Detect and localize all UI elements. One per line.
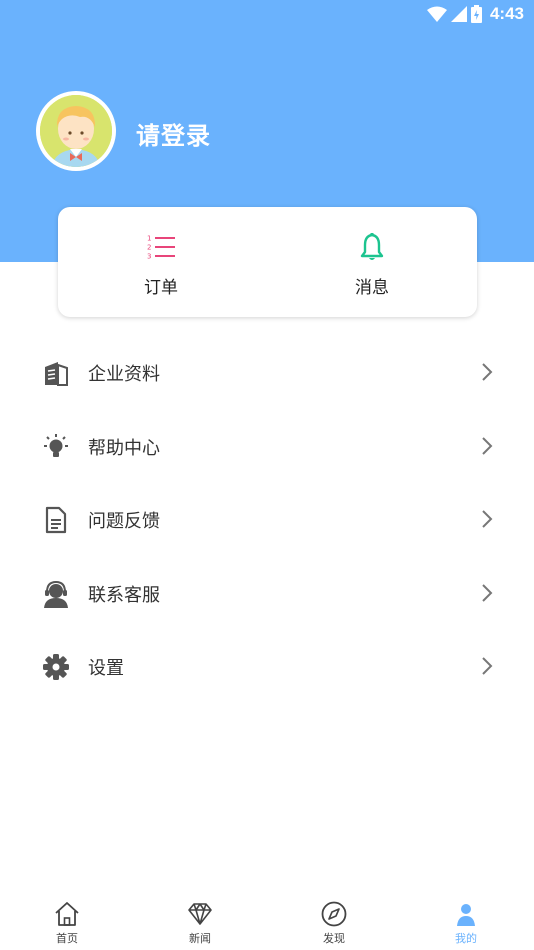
building-icon — [45, 362, 68, 386]
messages-button[interactable]: 消息 — [317, 207, 427, 317]
tab-news[interactable]: 新闻 — [160, 894, 240, 950]
document-icon — [45, 506, 67, 534]
menu-item-label: 帮助中心 — [88, 437, 160, 458]
battery-icon — [470, 5, 482, 23]
bottom-tab-bar: 首页 新闻 发现 我的 — [0, 894, 534, 950]
svg-text:1: 1 — [147, 235, 151, 243]
menu-item-settings[interactable]: 设置 — [0, 629, 534, 703]
status-time: 4:43 — [489, 4, 524, 23]
menu-item-label: 问题反馈 — [88, 511, 160, 531]
menu-item-label: 企业资料 — [88, 364, 160, 384]
numbered-list-icon: 123 — [147, 235, 175, 261]
gear-icon — [43, 654, 69, 680]
tab-mine[interactable]: 我的 — [426, 894, 506, 950]
tab-home[interactable]: 首页 — [27, 894, 107, 950]
compass-icon — [321, 901, 347, 927]
chevron-right-icon — [482, 583, 493, 602]
orders-button[interactable]: 123 订单 — [106, 207, 216, 317]
menu-item-customer-service[interactable]: 联系客服 — [0, 556, 534, 630]
chevron-right-icon — [482, 436, 493, 455]
lightbulb-icon — [44, 433, 68, 457]
tab-label: 首页 — [56, 933, 78, 945]
svg-text:2: 2 — [147, 244, 151, 252]
person-icon — [457, 904, 475, 926]
diamond-icon — [188, 903, 212, 925]
chevron-right-icon — [482, 510, 493, 528]
menu-item-label: 设置 — [88, 658, 124, 678]
quick-actions-card: 123 订单 消息 — [58, 207, 477, 317]
bell-icon — [360, 233, 384, 260]
messages-label: 消息 — [355, 278, 389, 297]
menu-item-label: 联系客服 — [88, 584, 160, 605]
menu-item-feedback[interactable]: 问题反馈 — [0, 482, 534, 556]
user-avatar-icon[interactable] — [36, 91, 116, 171]
tab-label: 我的 — [455, 933, 477, 945]
tab-label: 发现 — [323, 933, 345, 945]
chevron-right-icon — [482, 363, 493, 381]
signal-icon — [450, 6, 467, 22]
menu-item-help-center[interactable]: 帮助中心 — [0, 409, 534, 483]
login-prompt[interactable]: 请登录 — [136, 116, 211, 151]
settings-menu: 企业资料 帮助中心 问题反馈 联系客服 设置 — [0, 335, 534, 703]
chevron-right-icon — [482, 657, 493, 675]
svg-text:3: 3 — [147, 253, 151, 261]
tab-discover[interactable]: 发现 — [294, 894, 374, 950]
menu-item-company-info[interactable]: 企业资料 — [0, 335, 534, 409]
tab-label: 新闻 — [189, 933, 211, 945]
headset-icon — [44, 580, 68, 608]
home-icon — [55, 902, 79, 926]
status-bar: 4:43 — [0, 0, 534, 28]
orders-label: 订单 — [144, 278, 178, 297]
wifi-icon — [426, 6, 447, 22]
